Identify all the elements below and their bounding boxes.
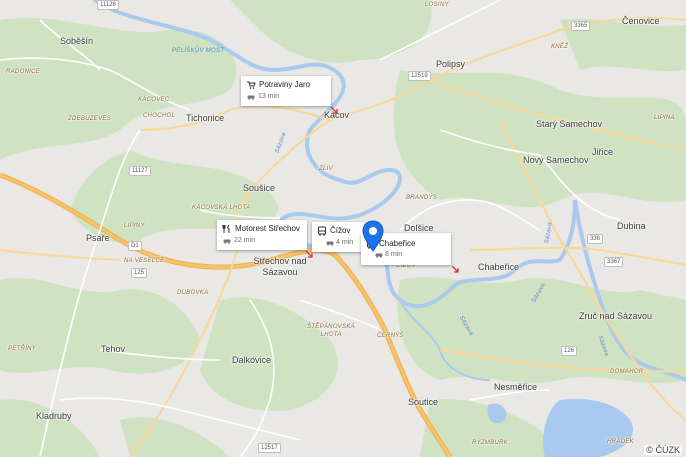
place-stary-samechov: Starý Samechov [536,119,603,129]
poi-card-title: Čížov [330,226,351,235]
road-shield-3365: 3365 [571,21,591,31]
place-kladruby: Kladruby [36,411,72,421]
label-chochol: CHOCHOL [143,113,176,119]
road-shield-d1: D1 [128,241,142,251]
label-stepanovska-lhota: ŠTĚPÁNOVSKÁ LHOTA [307,324,355,338]
label-knez: KNĚŽ [551,44,569,50]
label-radonice: RADONICE [6,69,41,75]
map-copyright: © ČÚZK [644,445,682,455]
road-shield-12519: 12519 [408,71,431,81]
place-polipsy: Polipsy [436,59,466,69]
car-icon [326,241,334,246]
car-icon [247,95,255,100]
label-ryzmburk: RÝZMBURK [472,440,509,446]
place-zruc: Zruč nad Sázavou [579,311,653,321]
place-soutice: Soutice [408,397,439,407]
label-domahor: DOMAHOR [610,369,644,375]
shopping-cart-icon [247,81,256,89]
direction-arrow-icon [330,106,338,114]
place-tehov: Tehov [101,344,126,354]
place-jirice: Jiřice [592,147,614,157]
poi-card-travel-time: 4 min [336,239,354,246]
label-losiny: LOSINY [425,2,449,8]
label-pelisky-most: PELÍŠKŮV MOST [172,48,225,54]
poi-card-potraviny-jaro[interactable]: Potraviny Jaro 13 min [241,76,331,106]
place-dalkovice: Dalkovice [232,355,272,365]
poi-card-travel-time: 8 min [385,251,403,258]
label-zdebuzeves: ZDEBUZEVES [68,116,112,122]
label-na-veselce: NA VESELCE [124,258,165,264]
poi-card-cizov[interactable]: Čížov 4 min [312,222,364,252]
place-sobesin: Soběšín [60,36,94,46]
road-shield-125: 125 [131,268,148,278]
place-sousice: Soušice [243,183,276,193]
place-novy-samechov: Nový Samechov [523,155,589,165]
label-zliv: ZLIV [319,166,333,172]
place-strechov: Střechov nad Sázavou [253,256,307,277]
place-nesmerice: Nesměřice [494,382,538,392]
label-brandys: BRANDÝS [406,195,438,201]
bus-icon [318,226,326,236]
place-tichonice: Tichonice [186,113,225,123]
road-shield-11127: 11127 [129,166,151,176]
location-pin-icon[interactable] [361,220,385,252]
poi-card-motorest-strechov[interactable]: Motorest Střechov 22 min [217,220,307,250]
car-icon [375,253,383,258]
poi-card-title: Potraviny Jaro [259,80,311,89]
poi-card-travel-time: 22 min [234,237,256,244]
label-kacovska-lhota: KÁCOVSKÁ LHOTA [192,205,251,211]
road-shield-12517: 12517 [258,443,281,453]
restaurant-icon [222,224,230,233]
car-icon [223,239,231,244]
poi-card-title: Motorest Střechov [235,224,300,233]
place-psare: Psáře [86,233,110,243]
road-shield-11128: 11128 [97,0,119,10]
place-cenovice: Čenovice [622,16,660,26]
label-cernys: ČERNÝŠ [377,333,404,339]
label-hradek: HRÁDEK [607,439,634,445]
road-shield-3367: 3367 [604,257,624,267]
label-lipina: LIPINA [654,115,675,121]
poi-card-travel-time: 13 min [258,93,280,100]
label-dubovka: DUBOVKA [177,290,209,296]
place-dolsice: Dolšice [404,223,434,233]
direction-arrow-icon [451,265,459,273]
place-dubina: Dubina [617,221,646,231]
label-petriny: PETŘÍNY [8,346,37,352]
place-chaberice: Chabeřice [478,262,520,272]
label-lipiny: LIPINY [124,223,145,229]
road-shield-336: 336 [587,234,604,244]
road-shield-126: 126 [561,346,578,356]
label-kacovec: KÁCOVEC [138,97,170,103]
